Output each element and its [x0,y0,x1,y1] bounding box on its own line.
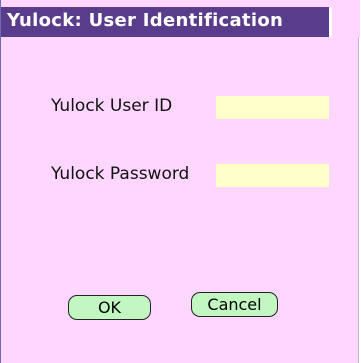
dialog-top-strip [1,0,360,7]
password-label: Yulock Password [51,164,190,184]
title-bar-spacer [335,7,360,37]
dialog-title-bar[interactable]: Yulock: User Identification [1,7,332,37]
user-id-label: Yulock User ID [51,96,173,116]
dialog-title: Yulock: User Identification [7,10,284,31]
user-id-input[interactable] [216,96,329,119]
cancel-button[interactable]: Cancel [191,292,278,317]
login-dialog: Yulock: User Identification Yulock User … [0,0,360,363]
password-input[interactable] [216,164,329,187]
ok-button[interactable]: OK [68,295,151,320]
